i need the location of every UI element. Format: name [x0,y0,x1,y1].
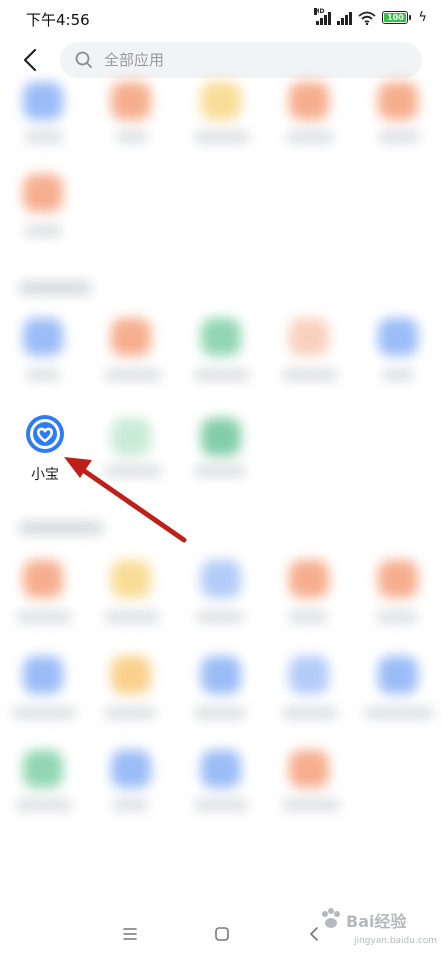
blurred-app-label [112,800,148,810]
blurred-app-label [26,370,60,380]
watermark-brand-en: Bai [346,912,375,931]
blurred-app-icon [111,82,151,120]
heart-ring-icon [26,415,64,453]
blurred-app-icon [378,560,418,598]
blurred-app-icon [289,82,329,120]
status-time: 下午4:56 [26,11,90,29]
blurred-app-icon [201,318,241,356]
home-icon[interactable] [210,922,234,946]
blurred-app-label [104,708,156,718]
blurred-app-label [194,708,246,718]
blurred-app-icon [23,560,63,598]
blurred-app-label [12,708,76,718]
blurred-app-label [364,708,434,718]
blurred-app-label [382,370,414,380]
blurred-app-icon [23,656,63,694]
blurred-app-icon [289,560,329,598]
baidu-watermark: Bai经验 jingyan.baidu.com [318,906,438,956]
blurred-app-icon [201,656,241,694]
blurred-section-header [18,522,104,534]
search-icon [75,51,92,68]
blurred-app-label [194,466,246,476]
hd-badge: HD [314,7,325,15]
blurred-app-label [194,800,248,810]
blurred-app-label [194,370,250,380]
blurred-app-icon [111,750,151,788]
paw-logo-icon [322,908,340,928]
blurred-app-label [116,132,148,142]
blurred-app-icon [23,82,63,120]
menu-icon[interactable] [118,922,142,946]
blurred-app-label [24,132,64,142]
blurred-app-label [378,132,420,142]
blurred-app-icon [201,418,241,456]
signal-icon: HD [314,7,332,25]
search-input[interactable] [102,50,396,70]
blurred-app-icon [111,656,151,694]
search-box[interactable] [60,42,422,78]
status-icons: HD 100 ϟ [314,7,427,25]
blurred-app-icon [111,418,151,456]
blurred-section-header [18,282,92,294]
back-arrow-icon[interactable] [18,47,44,73]
blurred-app-label [194,132,250,142]
blurred-app-icon [201,750,241,788]
watermark-brand-cn: 经验 [374,912,407,931]
blurred-app-icon [201,82,241,120]
blurred-app-label [376,612,418,622]
blurred-app-icon [111,318,151,356]
blurred-app-label [282,370,338,380]
watermark-url: jingyan.baidu.com [354,936,438,946]
watermark-brand: Bai经验 [346,908,407,932]
battery-level: 100 [387,13,404,22]
blurred-app-icon [289,318,329,356]
blurred-app-label [196,612,244,622]
battery-icon: 100 [382,11,412,24]
signal-icon-2 [337,11,353,25]
blurred-app-label [282,708,338,718]
blurred-app-label [16,612,72,622]
blurred-app-icon [111,560,151,598]
blurred-app-label [282,800,340,810]
blurred-app-label [104,370,162,380]
blurred-app-label [286,132,334,142]
app-label: 小宝 [31,467,59,483]
blurred-app-label [104,466,162,476]
blurred-app-label [24,226,62,236]
blurred-app-icon [378,656,418,694]
blurred-app-icon [201,560,241,598]
blurred-app-label [104,612,160,622]
blurred-app-icon [23,174,63,212]
blurred-app-label [16,800,72,810]
status-bar: 下午4:56 HD 100 ϟ [0,0,443,36]
blurred-app-icon [23,750,63,788]
blurred-app-icon [289,656,329,694]
blurred-app-icon [289,750,329,788]
charging-icon: ϟ [418,10,427,25]
blurred-app-icon [378,82,418,120]
wifi-icon [358,11,377,25]
app-xiaobao[interactable]: 小宝 [14,410,76,490]
blurred-app-icon [23,318,63,356]
blurred-app-label [288,612,328,622]
blurred-app-icon [378,318,418,356]
